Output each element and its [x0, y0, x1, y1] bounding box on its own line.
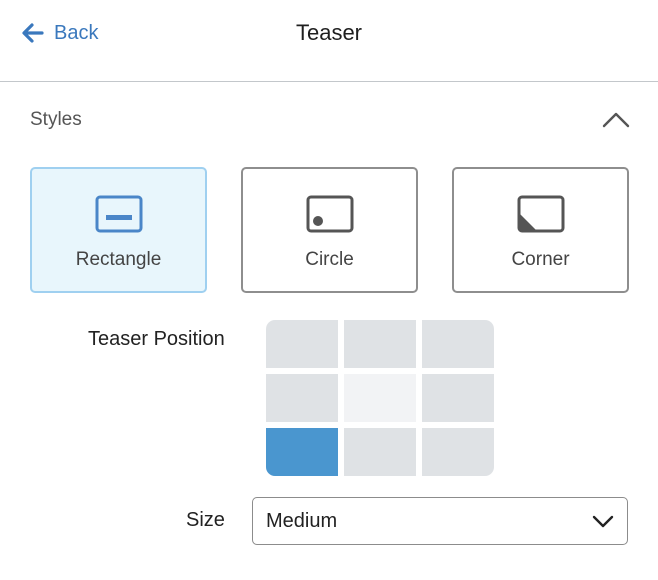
- corner-style-icon: [517, 195, 564, 233]
- style-option-rectangle[interactable]: Rectangle: [30, 167, 207, 293]
- style-option-circle[interactable]: Circle: [241, 167, 418, 293]
- position-cell-top-left[interactable]: [266, 320, 338, 368]
- style-option-label: Corner: [511, 249, 570, 270]
- size-label: Size: [186, 509, 225, 531]
- styles-section-header[interactable]: Styles: [30, 104, 630, 136]
- position-cell-bottom-right[interactable]: [422, 428, 494, 476]
- position-cell-bottom-center[interactable]: [344, 428, 416, 476]
- position-cell-middle-center: [344, 374, 416, 422]
- rectangle-style-icon: [95, 195, 142, 233]
- style-option-label: Circle: [305, 249, 354, 270]
- size-select[interactable]: Medium: [252, 497, 628, 545]
- position-cell-middle-right[interactable]: [422, 374, 494, 422]
- chevron-down-icon: [592, 515, 614, 528]
- style-option-label: Rectangle: [75, 249, 162, 270]
- style-options: Rectangle Circle Corner: [30, 167, 630, 293]
- circle-style-icon: [306, 195, 353, 233]
- chevron-up-icon[interactable]: [602, 108, 630, 130]
- style-option-corner[interactable]: Corner: [452, 167, 629, 293]
- teaser-position-label: Teaser Position: [88, 328, 225, 350]
- position-cell-top-center[interactable]: [344, 320, 416, 368]
- teaser-position-grid: [266, 320, 494, 476]
- position-cell-middle-left[interactable]: [266, 374, 338, 422]
- header-bar: Back Teaser: [0, 0, 658, 82]
- page-title: Teaser: [295, 20, 363, 45]
- position-cell-top-right[interactable]: [422, 320, 494, 368]
- size-select-value: Medium: [266, 510, 338, 532]
- position-cell-bottom-left[interactable]: [266, 428, 338, 476]
- styles-section-title: Styles: [30, 109, 82, 130]
